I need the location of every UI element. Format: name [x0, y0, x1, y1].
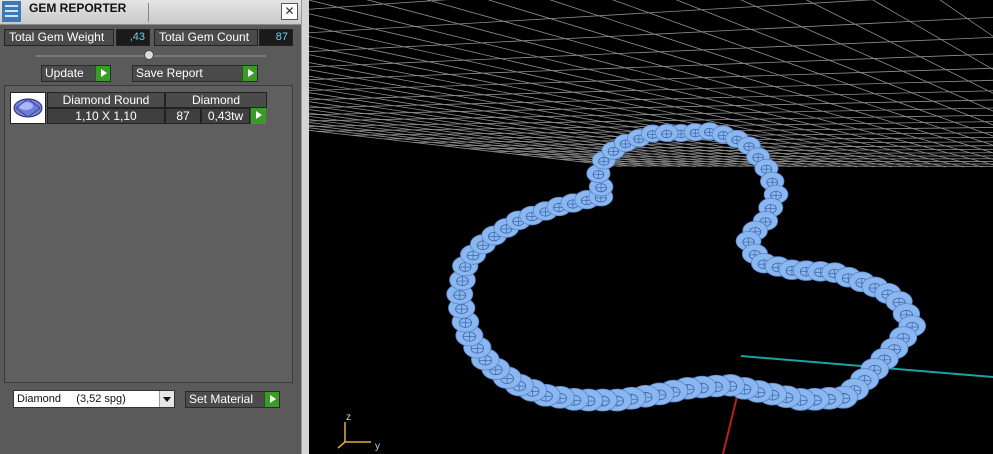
- set-material-button[interactable]: Set Material: [185, 391, 280, 408]
- diamond-round-thumbnail: [10, 92, 46, 124]
- grid-line: [309, 53, 993, 81]
- 3d-viewport[interactable]: z y: [309, 0, 993, 454]
- total-gem-count-label: Total Gem Count: [154, 29, 258, 46]
- axis-gizmo-y-label: y: [375, 441, 380, 452]
- grid-line: [309, 124, 651, 167]
- gem-reporter-panel: GEM REPORTER ✕ Total Gem Weight ,43 Tota…: [0, 0, 301, 454]
- play-arrow-icon: [264, 392, 279, 407]
- grid-line: [309, 69, 858, 168]
- gem-list-area: [4, 85, 293, 383]
- update-button-label: Update: [45, 66, 84, 80]
- grid-line: [309, 79, 993, 101]
- grid-line: [309, 0, 993, 42]
- total-gem-count-value: 87: [259, 29, 293, 46]
- gem-table-size: 1,10 X 1,10: [47, 108, 165, 124]
- close-button[interactable]: ✕: [281, 3, 298, 20]
- panel-splitter[interactable]: [301, 0, 309, 454]
- title-bar: GEM REPORTER ✕: [0, 0, 301, 25]
- material-dropdown[interactable]: Diamond (3,52 spg): [13, 390, 175, 408]
- save-report-button-label: Save Report: [136, 66, 203, 80]
- gem-reporter-app-icon: [2, 1, 21, 22]
- viewport-canvas[interactable]: z y: [309, 0, 993, 454]
- gem-row-go-button[interactable]: [250, 108, 266, 124]
- gem-table-header-name: Diamond Round: [47, 92, 165, 108]
- gem-table-count: 87: [165, 108, 201, 124]
- gem-stone: [655, 123, 679, 143]
- ground-grid: [309, 0, 993, 168]
- grid-line: [309, 90, 993, 109]
- axis-gizmo: z y: [337, 412, 380, 452]
- play-arrow-icon: [95, 66, 110, 81]
- gem-table-header-material: Diamond: [165, 92, 267, 108]
- chevron-down-icon[interactable]: [159, 391, 174, 407]
- grid-line: [309, 62, 875, 168]
- gem-table-weight: 0,43tw: [201, 108, 250, 124]
- play-arrow-icon: [242, 66, 257, 81]
- total-gem-weight-value: ,43: [116, 29, 150, 46]
- grid-line: [309, 99, 993, 116]
- title-separator: [148, 3, 149, 22]
- update-button[interactable]: Update: [41, 65, 111, 82]
- set-material-button-label: Set Material: [189, 392, 254, 406]
- axis-gizmo-z-label: z: [346, 412, 351, 423]
- save-report-button[interactable]: Save Report: [132, 65, 258, 82]
- window-title: GEM REPORTER: [29, 1, 127, 15]
- material-dropdown-value: Diamond (3,52 spg): [17, 393, 126, 405]
- total-gem-weight-label: Total Gem Weight: [4, 29, 114, 46]
- panel-resize-handle[interactable]: [144, 50, 154, 60]
